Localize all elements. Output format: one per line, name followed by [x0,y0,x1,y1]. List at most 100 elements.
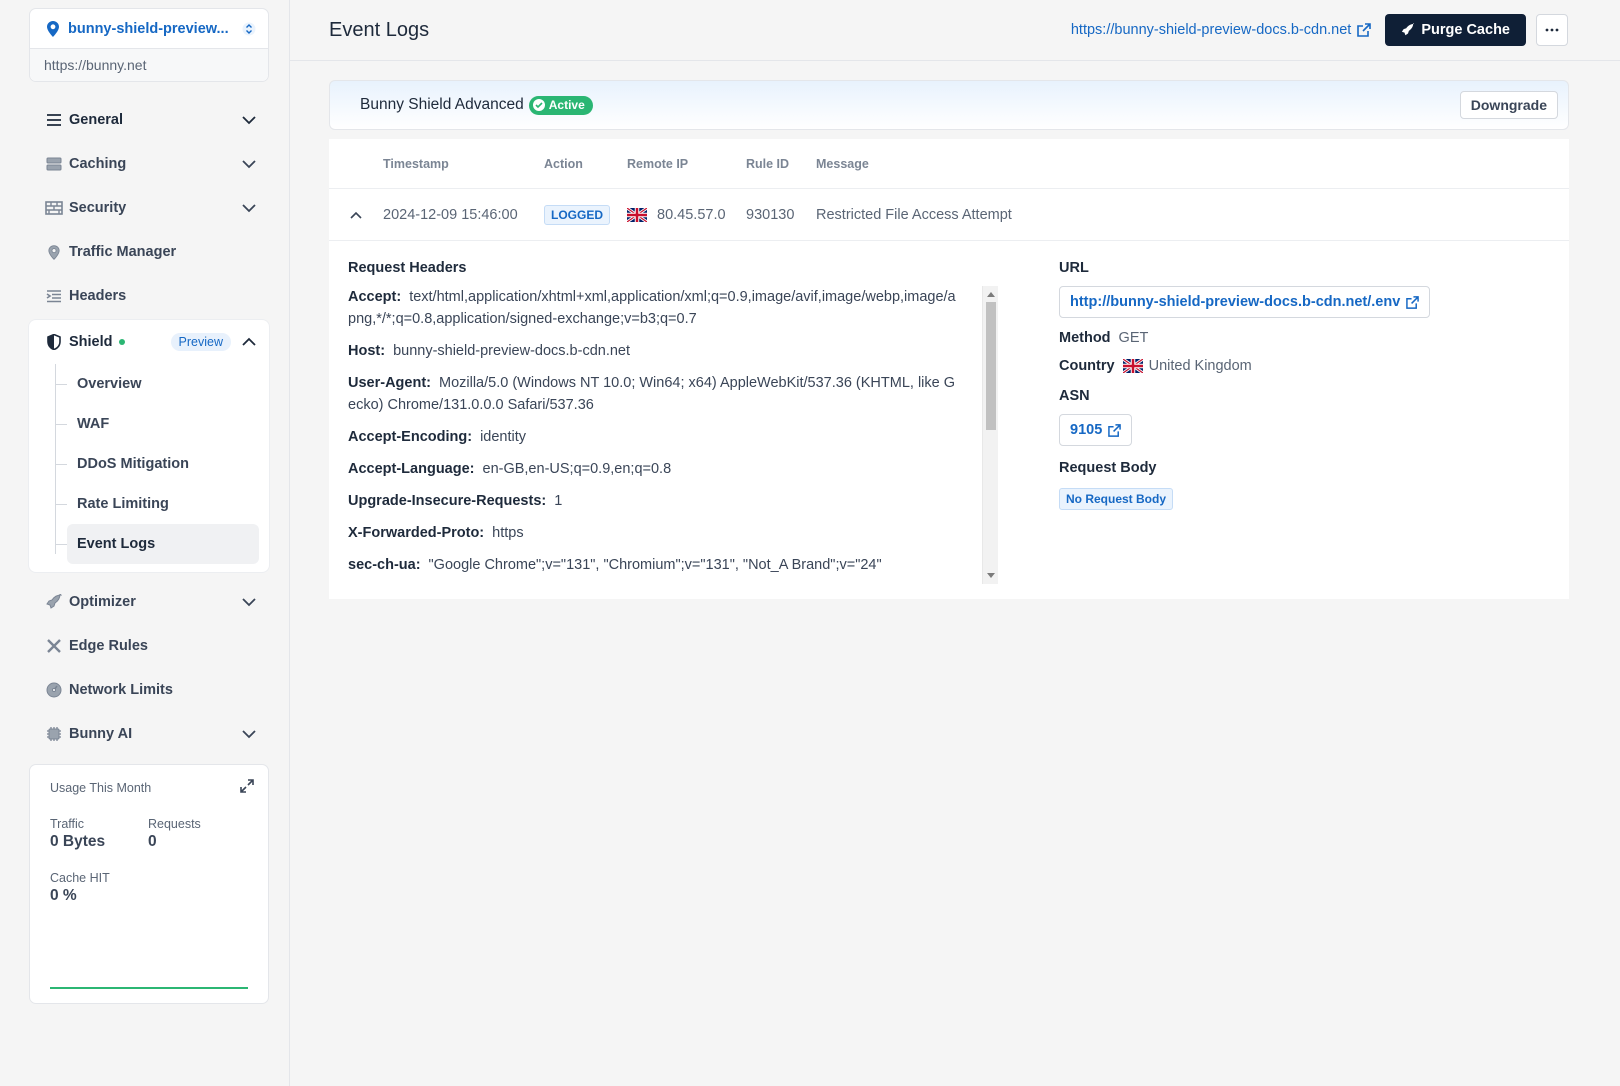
sidebar-item-label: Optimizer [69,594,136,610]
row-timestamp: 2024-12-09 15:46:00 [383,206,518,223]
header-value: identity [480,429,527,445]
chevron-up-icon [242,337,256,346]
chevron-down-icon [242,204,256,213]
purge-cache-button[interactable]: Purge Cache [1385,14,1526,46]
header-value: bunny-shield-preview-docs.b-cdn.net [393,343,631,359]
asn-link[interactable]: 9105 [1059,414,1133,446]
header-value: "Google Chrome";v="131", "Chromium";v="1… [428,557,882,573]
sidebar-item-label: Edge Rules [69,638,148,654]
usage-cache-value: 0 % [50,887,77,904]
request-body-label: Request Body [1059,460,1157,476]
list-icon [45,111,63,129]
uk-flag-icon [627,207,647,222]
external-link-icon [1406,295,1420,309]
tools-icon [45,637,63,655]
server-icon [45,155,63,173]
shield-section: Shield Preview Overview WAF DDoS Mitigat… [29,320,269,572]
usage-cache: Cache HIT 0 % [50,871,248,905]
header-value: Mozilla/5.0 (Windows NT 10.0; Win64; x64… [348,375,956,413]
method-value: GET [1118,330,1149,346]
header-key: X-Forwarded-Proto: [348,525,485,541]
sidebar-item-bunny-ai[interactable]: Bunny AI [29,712,269,756]
sidebar-item-waf[interactable]: WAF [53,404,269,444]
usage-traffic: Traffic 0 Bytes [50,817,148,851]
remote-ip-text: 80.45.57.0 [657,206,726,223]
more-options-button[interactable] [1536,14,1568,46]
external-link-icon [1108,423,1122,437]
action-badge: LOGGED [544,204,611,225]
top-bar: Event Logs https://bunny-shield-preview-… [290,0,1620,61]
request-header-line: Upgrade-Insecure-Requests: 1 [348,490,998,512]
scroll-thumb[interactable] [986,302,996,430]
chevron-down-icon [242,730,256,739]
sidebar-item-headers[interactable]: Headers [29,274,269,318]
zone-selector-top[interactable]: bunny-shield-preview... [30,9,268,49]
sidebar-item-general[interactable]: General [29,98,269,142]
usage-title: Usage This Month [50,781,152,795]
docs-link-text: https://bunny-shield-preview-docs.b-cdn.… [1070,22,1352,38]
table-row[interactable]: 2024-12-09 15:46:00 LOGGED 80.45.57.0 93… [329,189,1569,241]
sidebar-item-label: Traffic Manager [69,244,177,260]
usage-requests-label: Requests [148,817,201,831]
zone-name: bunny-shield-preview... [68,20,229,37]
sidebar-item-label: Security [69,200,127,216]
request-headers-scroll[interactable]: Accept: text/html,application/xhtml+xml,a… [348,286,998,584]
sidebar-item-ddos-mitigation[interactable]: DDoS Mitigation [53,444,269,484]
usage-row: Traffic 0 Bytes Requests 0 [50,817,248,851]
shield-submenu: Overview WAF DDoS Mitigation Rate Limiti… [53,364,269,564]
sidebar-item-network-limits[interactable]: Network Limits [29,668,269,712]
preview-badge: Preview [170,333,231,351]
country-row: Country United Kingdom [1059,358,1539,374]
uk-flag-icon [1122,359,1143,373]
zone-selector[interactable]: bunny-shield-preview... https://bunny.ne… [29,8,269,82]
header-value: text/html,application/xhtml+xml,applicat… [348,289,956,327]
request-headers-section: Request Headers Accept: text/html,applica… [348,260,998,584]
sidebar-item-security[interactable]: Security [29,186,269,230]
request-headers-list: Accept: text/html,application/xhtml+xml,a… [348,286,998,576]
request-url-text: http://bunny-shield-preview-docs.b-cdn.n… [1070,294,1401,310]
chevron-down-icon [242,160,256,169]
chevron-up-down-icon[interactable] [242,21,256,37]
rocket-icon [1402,23,1415,36]
method-row: Method GET [1059,330,1539,346]
gauge-icon [45,681,63,699]
scroll-up-arrow[interactable] [987,292,995,297]
scroll-down-arrow[interactable] [987,573,995,578]
plan-name: Bunny Shield Advanced [360,96,524,113]
location-pin-icon [47,20,59,37]
sidebar-item-optimizer[interactable]: Optimizer [29,580,269,624]
chevron-down-icon [242,598,256,607]
request-header-line: Host: bunny-shield-preview-docs.b-cdn.net [348,340,998,362]
header-value: 1 [554,493,563,509]
header-key: Accept: [348,289,402,305]
scrollbar[interactable] [982,286,998,584]
request-body-badge: No Request Body [1059,488,1174,510]
request-url-link[interactable]: http://bunny-shield-preview-docs.b-cdn.n… [1059,286,1431,318]
sidebar-item-shield[interactable]: Shield Preview [29,320,269,364]
collapse-toggle[interactable] [329,208,383,222]
purge-cache-label: Purge Cache [1421,22,1510,38]
header-key: Accept-Language: [348,461,475,477]
expand-icon[interactable] [240,779,254,793]
table-header: Timestamp Action Remote IP Rule ID Messa… [329,139,1569,189]
sidebar-item-rate-limiting[interactable]: Rate Limiting [53,484,269,524]
sidebar-item-caching[interactable]: Caching [29,142,269,186]
sidebar-item-traffic-manager[interactable]: Traffic Manager [29,230,269,274]
firewall-icon [45,199,63,217]
sidebar-item-overview[interactable]: Overview [53,364,269,404]
downgrade-button[interactable]: Downgrade [1459,91,1558,119]
column-header: Action [544,156,583,171]
sidebar-item-label: Network Limits [69,682,173,698]
url-label: URL [1059,260,1089,276]
sidebar-item-label: Headers [69,288,127,304]
sidebar-item-event-logs[interactable]: Event Logs [55,524,259,564]
header-key: Accept-Encoding: [348,429,473,445]
usage-requests: Requests 0 [148,817,246,851]
docs-link[interactable]: https://bunny-shield-preview-docs.b-cdn.… [1070,22,1372,38]
row-action: LOGGED [544,204,627,225]
sidebar-item-label: Bunny AI [69,726,133,742]
asn-label: ASN [1059,388,1090,404]
request-headers-title: Request Headers [348,260,467,276]
sidebar-item-edge-rules[interactable]: Edge Rules [29,624,269,668]
plan-banner: Bunny Shield Advanced Active Downgrade [329,80,1569,130]
